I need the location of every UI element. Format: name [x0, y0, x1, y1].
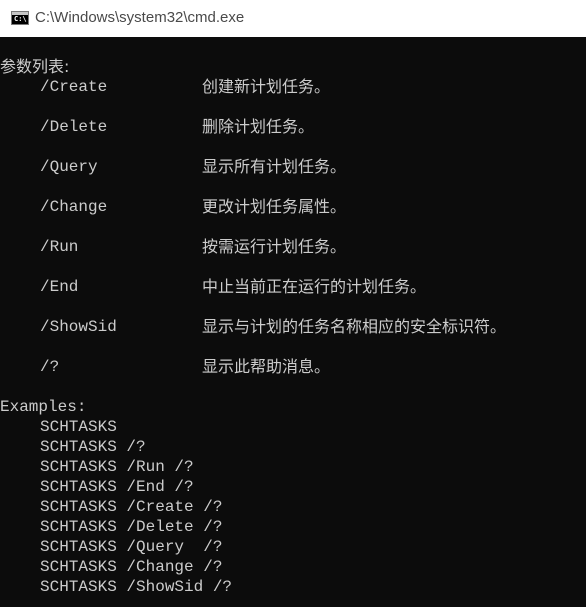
param-name: /ShowSid — [40, 318, 117, 336]
param-name: /? — [40, 358, 60, 376]
example-line: SCHTASKS /Change /? — [40, 558, 223, 576]
param-name: /Create — [40, 78, 108, 96]
param-name: /Query — [40, 158, 98, 176]
param-name: /Run — [40, 238, 79, 256]
param-desc: 中止当前正在运行的计划任务。 — [202, 277, 427, 296]
param-name: /End — [40, 278, 79, 296]
param-name: /Delete — [40, 118, 108, 136]
cmd-icon-text: C:\ — [14, 15, 27, 23]
param-desc: 显示与计划的任务名称相应的安全标识符。 — [202, 317, 507, 336]
example-line: SCHTASKS /Run /? — [40, 458, 194, 476]
example-line: SCHTASKS /? — [40, 438, 146, 456]
cmd-app-icon[interactable]: C:\ — [11, 11, 29, 25]
param-desc: 更改计划任务属性。 — [202, 197, 347, 216]
example-line: SCHTASKS /Delete /? — [40, 518, 223, 536]
example-line: SCHTASKS — [40, 418, 117, 436]
window-title: C:\Windows\system32\cmd.exe — [35, 9, 245, 26]
example-line: SCHTASKS /ShowSid /? — [40, 578, 233, 596]
example-line: SCHTASKS /End /? — [40, 478, 194, 496]
param-desc: 按需运行计划任务。 — [202, 237, 347, 256]
examples-heading: Examples: — [0, 398, 87, 416]
param-name: /Change — [40, 198, 108, 216]
console-output[interactable]: 参数列表: /Create 创建新计划任务。 /Delete 删除计划任务。 /… — [0, 37, 586, 607]
example-line: SCHTASKS /Query /? — [40, 538, 223, 556]
param-desc: 创建新计划任务。 — [202, 77, 331, 96]
example-line: SCHTASKS /Create /? — [40, 498, 223, 516]
param-desc: 删除计划任务。 — [202, 117, 315, 136]
param-heading: 参数列表: — [0, 57, 70, 76]
param-desc: 显示所有计划任务。 — [202, 157, 347, 176]
cmd-window: C:\ C:\Windows\system32\cmd.exe 参数列表: /C… — [0, 0, 586, 607]
title-bar[interactable]: C:\ C:\Windows\system32\cmd.exe — [0, 0, 586, 37]
param-desc: 显示此帮助消息。 — [202, 357, 331, 376]
